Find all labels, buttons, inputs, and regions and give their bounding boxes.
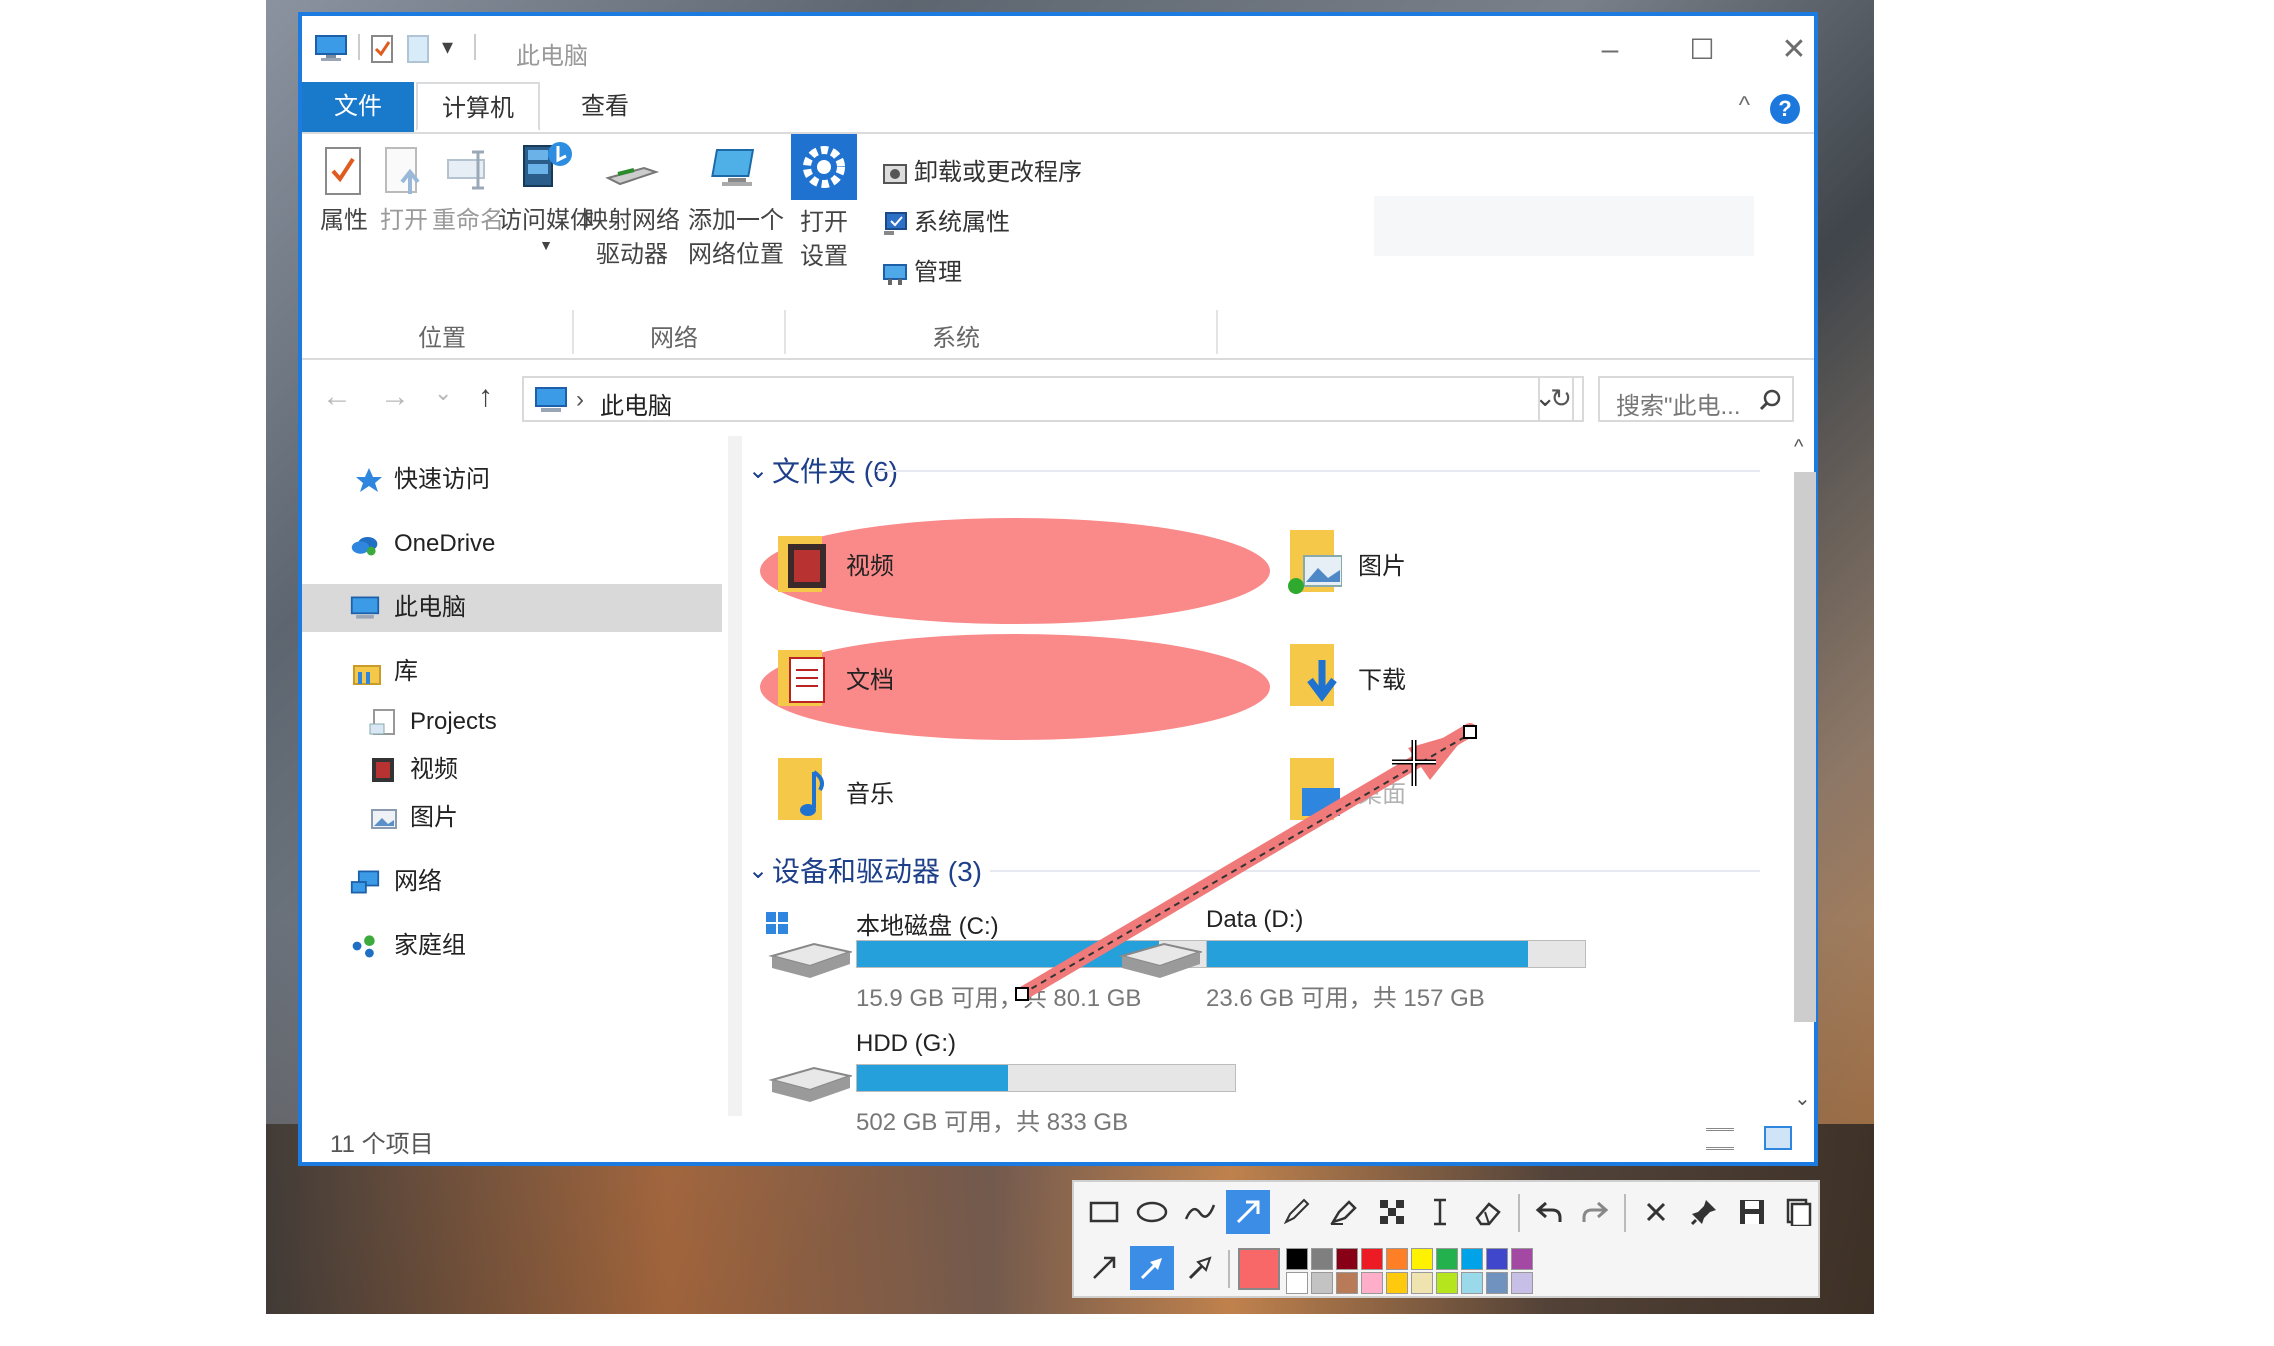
curve-tool[interactable] bbox=[1178, 1190, 1222, 1234]
save-button[interactable] bbox=[1730, 1190, 1774, 1234]
color-swatch[interactable] bbox=[1461, 1248, 1483, 1270]
color-swatch[interactable] bbox=[1311, 1248, 1333, 1270]
color-swatch[interactable] bbox=[1336, 1272, 1358, 1294]
current-color-swatch[interactable] bbox=[1238, 1248, 1280, 1290]
arrow-start-handle bbox=[1015, 987, 1029, 1001]
color-swatch[interactable] bbox=[1286, 1272, 1308, 1294]
color-palette bbox=[1286, 1248, 1536, 1294]
toolbar-separator bbox=[1624, 1194, 1626, 1232]
pin-button[interactable] bbox=[1682, 1190, 1726, 1234]
color-swatch[interactable] bbox=[1386, 1248, 1408, 1270]
arrow-end-handle bbox=[1463, 725, 1477, 739]
color-swatch[interactable] bbox=[1311, 1272, 1333, 1294]
color-swatch[interactable] bbox=[1461, 1272, 1483, 1294]
annotation-toolbar bbox=[1072, 1180, 1820, 1298]
color-swatch[interactable] bbox=[1336, 1248, 1358, 1270]
color-swatch[interactable] bbox=[1511, 1248, 1533, 1270]
color-swatch[interactable] bbox=[1386, 1272, 1408, 1294]
color-swatch[interactable] bbox=[1436, 1272, 1458, 1294]
annotation-arrow[interactable] bbox=[0, 0, 2274, 1346]
highlighter-tool[interactable] bbox=[1322, 1190, 1366, 1234]
ellipse-tool[interactable] bbox=[1130, 1190, 1174, 1234]
arrow-style-thin-tool[interactable] bbox=[1082, 1246, 1126, 1290]
arrow-style-outline-tool[interactable] bbox=[1178, 1246, 1222, 1290]
toolbar-separator bbox=[1518, 1194, 1520, 1232]
color-swatch[interactable] bbox=[1361, 1248, 1383, 1270]
mosaic-tool[interactable] bbox=[1370, 1190, 1414, 1234]
color-swatch[interactable] bbox=[1411, 1272, 1433, 1294]
rectangle-tool[interactable] bbox=[1082, 1190, 1126, 1234]
pencil-tool[interactable] bbox=[1274, 1190, 1318, 1234]
color-swatch[interactable] bbox=[1286, 1248, 1308, 1270]
color-swatch[interactable] bbox=[1436, 1248, 1458, 1270]
redo-button[interactable] bbox=[1574, 1190, 1618, 1234]
eraser-tool[interactable] bbox=[1466, 1190, 1510, 1234]
copy-button[interactable] bbox=[1776, 1190, 1820, 1234]
color-swatch[interactable] bbox=[1511, 1272, 1533, 1294]
color-swatch[interactable] bbox=[1486, 1248, 1508, 1270]
arrow-style-filled-tool[interactable] bbox=[1130, 1246, 1174, 1290]
cancel-button[interactable] bbox=[1634, 1190, 1678, 1234]
color-swatch[interactable] bbox=[1411, 1248, 1433, 1270]
toolbar-separator bbox=[1228, 1250, 1230, 1288]
arrow-tool[interactable] bbox=[1226, 1190, 1270, 1234]
undo-button[interactable] bbox=[1526, 1190, 1570, 1234]
color-swatch[interactable] bbox=[1486, 1272, 1508, 1294]
color-swatch[interactable] bbox=[1361, 1272, 1383, 1294]
text-tool[interactable] bbox=[1418, 1190, 1462, 1234]
